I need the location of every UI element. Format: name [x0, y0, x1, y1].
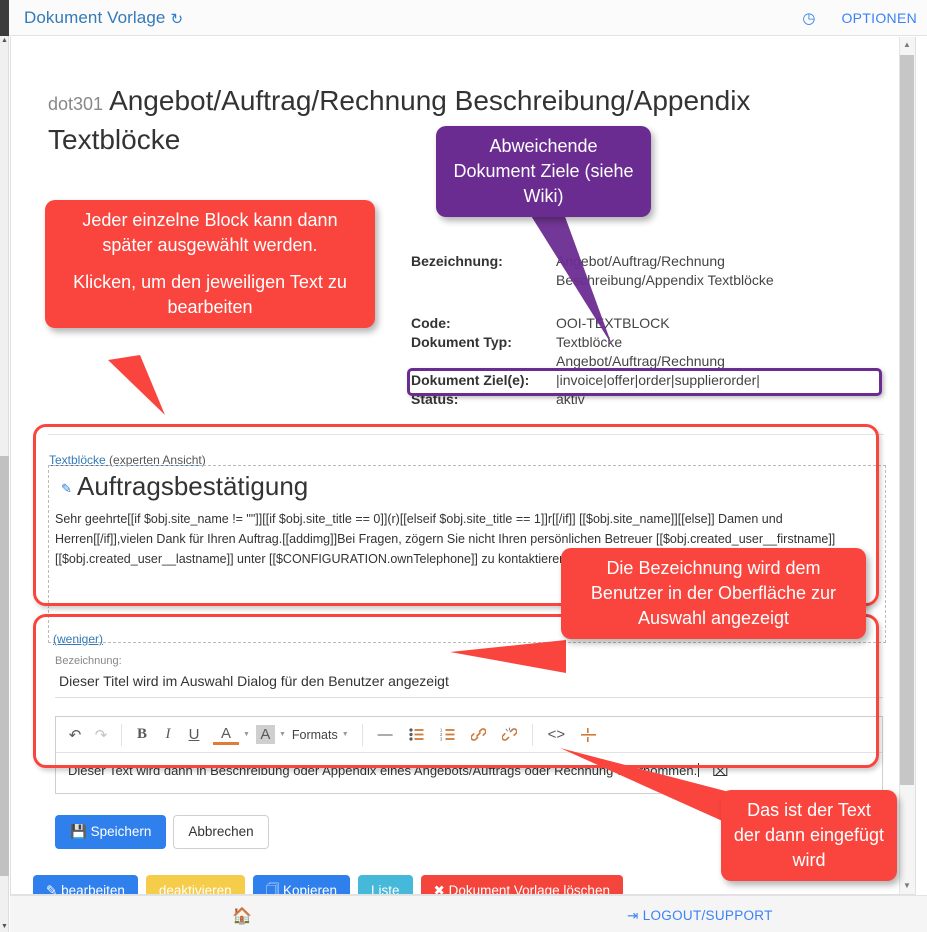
- annotation-inserted-text: Das ist der Text der dann eingefügt wird: [721, 790, 897, 881]
- app-title[interactable]: Dokument Vorlage ↻: [24, 8, 183, 28]
- delete-label: Dokument Vorlage löschen: [448, 883, 610, 895]
- detail-label: [411, 271, 556, 290]
- annotation-bezeichnung: Die Bezeichnung wird dem Benutzer in der…: [561, 548, 866, 639]
- app-screen: ▲ ▼ Dokument Vorlage ↻ ◷ OPTIONEN dot301 A…: [0, 0, 927, 932]
- logout-support-link[interactable]: ⇥ LOGOUT/SUPPORT: [627, 908, 773, 924]
- options-link[interactable]: OPTIONEN: [841, 10, 917, 26]
- detail-row: Dokument Typ: Textblöcke: [411, 333, 881, 352]
- delete-template-button[interactable]: ✖ Dokument Vorlage löschen: [420, 875, 623, 895]
- refresh-icon[interactable]: ↻: [170, 10, 183, 28]
- app-title-text: Dokument Vorlage: [24, 8, 166, 27]
- detail-value: Textblöcke: [556, 334, 623, 350]
- copy-icon: 🗍: [265, 883, 280, 895]
- copy-label: Kopieren: [282, 883, 337, 895]
- detail-row: Beschreibung/Appendix Textblöcke: [411, 271, 881, 290]
- record-actions: ✎ bearbeiten deaktivieren 🗍 Kopieren Lis…: [33, 875, 623, 895]
- annotation-line-1: Jeder einzelne Block kann dann später au…: [82, 210, 338, 255]
- detail-value: OOI-TEXTBLOCK: [556, 315, 670, 331]
- logout-icon: ⇥: [627, 908, 639, 923]
- cross-icon: ✖: [433, 883, 445, 895]
- clock-icon[interactable]: ◷: [802, 11, 815, 26]
- form-actions: 💾 Speichern Abbrechen: [55, 815, 269, 849]
- annotation-line-2: Klicken, um den jeweiligen Text zu bearb…: [73, 272, 347, 317]
- deactivate-button[interactable]: deaktivieren: [145, 875, 245, 894]
- panel-scroll-down-arrow[interactable]: ▼: [900, 878, 914, 894]
- detail-row: Code: OOI-TEXTBLOCK: [411, 314, 881, 333]
- save-disk-icon: 💾: [70, 824, 87, 839]
- footer-bar: 🏠 ⇥ LOGOUT/SUPPORT: [10, 895, 927, 932]
- edit-button[interactable]: ✎ bearbeiten: [33, 875, 138, 895]
- logout-label: LOGOUT/SUPPORT: [642, 908, 773, 923]
- cancel-button[interactable]: Abbrechen: [173, 815, 269, 849]
- annotation-document-targets: Abweichende Dokument Ziele (siehe Wiki): [436, 126, 651, 217]
- detail-label: Bezeichnung:: [411, 253, 503, 269]
- copy-button[interactable]: 🗍 Kopieren: [252, 875, 350, 895]
- panel-scroll-up-arrow[interactable]: ▲: [900, 37, 914, 53]
- top-bar-actions: ◷ OPTIONEN: [802, 10, 917, 26]
- detail-row: Bezeichnung: Angebot/Auftrag/Rechnung: [411, 252, 881, 271]
- document-target-highlight: [407, 368, 882, 396]
- home-icon[interactable]: 🏠: [232, 906, 252, 926]
- page-code: dot301: [48, 94, 104, 114]
- panel-scroll-thumb[interactable]: [900, 55, 914, 785]
- detail-value: Angebot/Auftrag/Rechnung: [556, 253, 725, 269]
- scroll-down-arrow[interactable]: ▼: [0, 922, 9, 932]
- list-button[interactable]: Liste: [358, 875, 413, 894]
- save-label: Speichern: [90, 824, 152, 839]
- top-bar: Dokument Vorlage ↻ ◷ OPTIONEN: [9, 0, 927, 36]
- save-button[interactable]: 💾 Speichern: [55, 815, 167, 849]
- browser-scrollbar[interactable]: ▲ ▼: [0, 36, 9, 932]
- browser-edge: [0, 0, 9, 36]
- detail-label: Code:: [411, 315, 451, 331]
- detail-label: Dokument Typ:: [411, 334, 512, 350]
- scroll-up-arrow[interactable]: ▲: [0, 36, 9, 46]
- pencil-icon: ✎: [46, 883, 58, 895]
- edit-label: bearbeiten: [61, 883, 125, 895]
- detail-value: Beschreibung/Appendix Textblöcke: [556, 272, 774, 288]
- panel-scrollbar[interactable]: ▲ ▼: [899, 37, 915, 894]
- annotation-block-select: Jeder einzelne Block kann dann später au…: [45, 200, 375, 328]
- browser-scroll-thumb[interactable]: [0, 456, 9, 876]
